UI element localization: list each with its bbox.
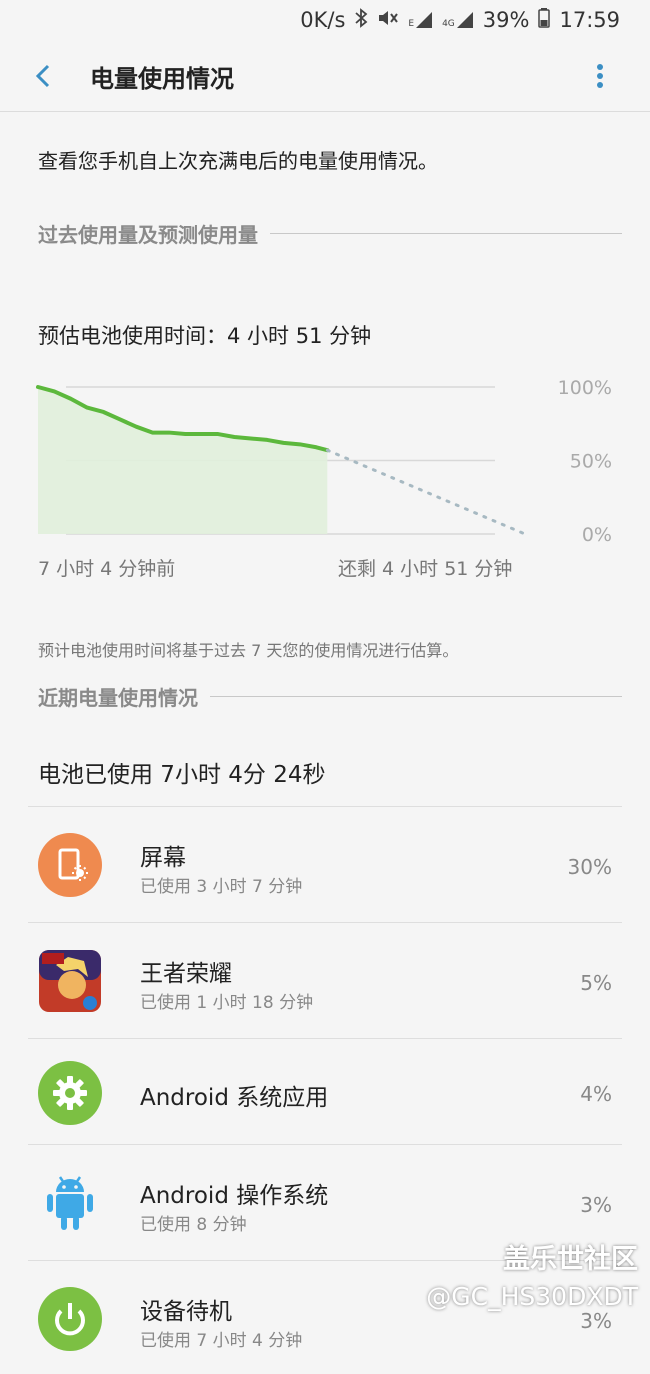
chart-y-tick-label: 0%: [582, 524, 612, 546]
network-speed: 0K/s: [300, 8, 346, 32]
usage-item-screen[interactable]: 屏幕 已使用 3 小时 7 分钟 30%: [0, 810, 650, 920]
divider: [28, 1038, 622, 1039]
usage-item-name: 设备待机: [140, 1299, 232, 1325]
chart-x-start-label: 7 小时 4 分钟前: [38, 558, 176, 580]
more-options-icon[interactable]: [588, 60, 612, 94]
battery-usage-chart: 100% 50% 0%: [36, 377, 612, 546]
page-description: 查看您手机自上次充满电后的电量使用情况。: [38, 149, 438, 173]
divider: [28, 922, 622, 923]
back-arrow-icon[interactable]: [30, 58, 58, 94]
divider: [28, 1144, 622, 1145]
chart-x-end-label: 还剩 4 小时 51 分钟: [338, 558, 513, 580]
section-header-recent: 近期电量使用情况: [38, 682, 622, 711]
section-title-recent: 近期电量使用情况: [38, 686, 198, 710]
usage-item-percent: 30%: [567, 855, 612, 879]
status-bar: 0K/s E 4G 39% 17:59: [0, 0, 650, 40]
usage-item-game[interactable]: 王者荣耀 已使用 1 小时 18 分钟 5%: [0, 926, 650, 1036]
divider: [28, 806, 622, 807]
usage-item-percent: 5%: [580, 971, 612, 995]
section-divider: [210, 696, 622, 697]
app-bar: 电量使用情况: [0, 40, 650, 112]
chart-y-tick-label: 100%: [558, 377, 612, 399]
battery-used-summary: 电池已使用 7小时 4分 24秒: [38, 762, 326, 788]
usage-item-duration: 已使用 1 小时 18 分钟: [140, 993, 314, 1013]
section-header-past: 过去使用量及预测使用量: [38, 219, 622, 248]
mute-icon: [377, 8, 399, 32]
usage-item-name: Android 系统应用: [140, 1085, 329, 1111]
signal-icon-1: E: [408, 11, 433, 29]
usage-item-duration: 已使用 7 小时 4 分钟: [140, 1331, 303, 1351]
battery-icon: [538, 8, 551, 32]
gear-icon: [38, 1061, 102, 1125]
chart-predicted-line: [325, 448, 527, 536]
usage-item-duration: 已使用 8 分钟: [140, 1215, 247, 1235]
watermark-community: 盖乐世社区: [503, 1244, 638, 1275]
estimated-battery-time: 预估电池使用时间：4 小时 51 分钟: [38, 324, 372, 348]
signal-icon-2: 4G: [442, 11, 474, 29]
usage-item-android-system-apps[interactable]: Android 系统应用 4%: [0, 1042, 650, 1152]
section-divider: [270, 233, 622, 234]
screen-brightness-icon: [38, 833, 102, 897]
clock: 17:59: [559, 8, 620, 32]
usage-item-name: Android 操作系统: [140, 1183, 329, 1209]
signal-label-e: E: [408, 19, 415, 29]
power-icon: [38, 1287, 102, 1351]
estimate-note: 预计电池使用时间将基于过去 7 天您的使用情况进行估算。: [38, 641, 459, 660]
bluetooth-icon: [354, 8, 368, 32]
usage-item-percent: 3%: [580, 1309, 612, 1333]
page-title: 电量使用情况: [90, 65, 234, 93]
usage-item-name: 王者荣耀: [140, 961, 232, 987]
android-icon: [47, 1176, 93, 1230]
watermark-handle: @GC_HS30DXDT: [426, 1282, 638, 1311]
usage-item-percent: 3%: [580, 1193, 612, 1217]
chart-history-area: [38, 387, 328, 534]
chart-y-tick-label: 50%: [570, 451, 612, 473]
usage-item-percent: 4%: [580, 1082, 612, 1106]
usage-item-device-standby[interactable]: 设备待机 已使用 7 小时 4 分钟 3%: [0, 1264, 650, 1374]
battery-percent: 39%: [482, 8, 530, 32]
usage-item-name: 屏幕: [140, 845, 186, 871]
usage-item-duration: 已使用 3 小时 7 分钟: [140, 877, 303, 897]
section-title-past: 过去使用量及预测使用量: [38, 223, 258, 247]
signal-label-4g: 4G: [442, 19, 455, 29]
game-app-icon: [39, 950, 101, 1012]
